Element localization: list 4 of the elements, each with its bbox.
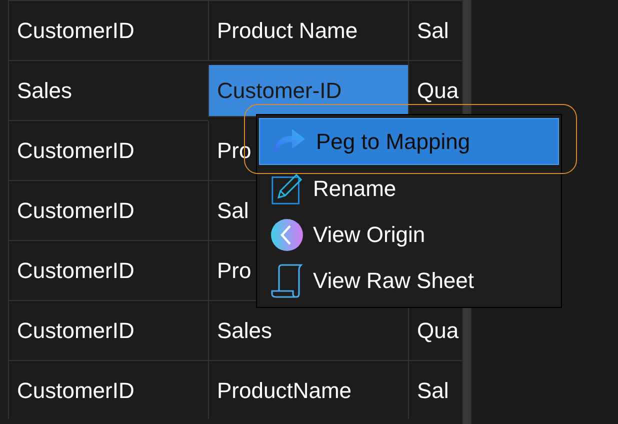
menu-item-label: View Origin	[313, 222, 426, 248]
menu-item-label: View Raw Sheet	[313, 268, 474, 294]
menu-item-label: Rename	[313, 176, 396, 202]
menu-item-label: Peg to Mapping	[316, 128, 470, 155]
